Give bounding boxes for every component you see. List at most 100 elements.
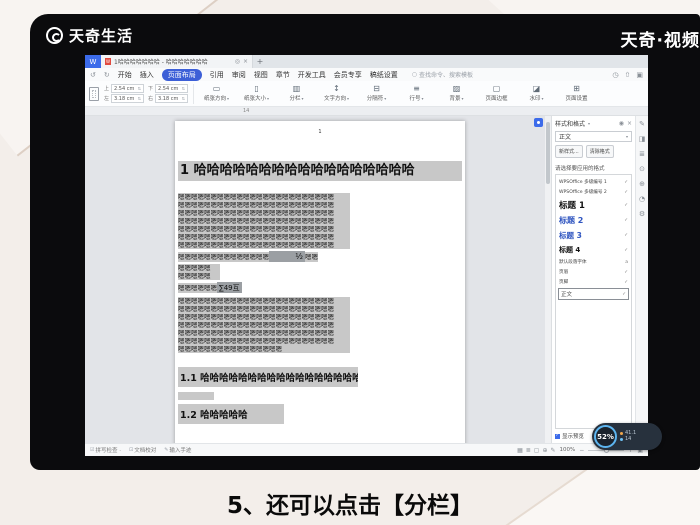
booster-overlay-widget[interactable]: 52% 41.1 14: [592, 423, 662, 450]
redo-icon[interactable]: ↻: [104, 71, 110, 79]
document-locate-pin-icon[interactable]: [534, 118, 543, 127]
status-item-label: 输入手迹: [169, 448, 192, 454]
view-mode-icon[interactable]: ⊕: [542, 447, 547, 454]
style-item[interactable]: 标题 4 ✓: [556, 243, 631, 257]
page-layout-ribbon: 上 2.54 cm ⇅ 下 2.54 cm ⇅ 左 3.18 cm ⇅ 右 3.18 …: [85, 81, 648, 107]
style-item[interactable]: 默认段落字体 a: [556, 257, 631, 267]
spinner-arrows-icon[interactable]: ⇅: [182, 96, 185, 101]
wps-home-button[interactable]: W: [85, 55, 101, 68]
menu-item[interactable]: 开发工具: [298, 70, 326, 80]
menu-item[interactable]: 开始: [118, 70, 132, 80]
menu-item[interactable]: 章节: [276, 70, 290, 80]
checkbox-checked-icon[interactable]: [555, 432, 560, 439]
menu-item[interactable]: 会员专享: [334, 70, 362, 80]
style-item[interactable]: WPSOffice 多级编号 2 ✓: [556, 187, 631, 197]
ribbon-button[interactable]: ≡ 行号▾: [399, 85, 434, 103]
booster-stats: 41.1 14: [620, 431, 636, 442]
margin-spinner[interactable]: 右 3.18 cm ⇅: [148, 94, 189, 103]
ribbon-button[interactable]: ▭ 纸张方向▾: [199, 85, 234, 103]
style-item-label: 标题 4: [559, 246, 581, 254]
undo-icon[interactable]: ↺: [90, 71, 96, 79]
ribbon-button[interactable]: ↕ 文字方向▾: [319, 85, 354, 103]
spinner-arrows-icon[interactable]: ⇅: [182, 86, 185, 91]
chevron-down-icon[interactable]: ▾: [588, 121, 590, 126]
paragraph-line: 嗯嗯嗯嗯嗯嗯嗯嗯嗯嗯嗯嗯嗯嗯嗯嗯嗯嗯嗯嗯嗯嗯嗯嗯: [178, 321, 350, 330]
style-dropdown[interactable]: 正文 ▾: [555, 131, 632, 142]
horizontal-ruler[interactable]: 14: [85, 107, 648, 116]
tab-close-icon[interactable]: ×: [243, 58, 248, 65]
clear-format-button[interactable]: 清除格式: [585, 145, 614, 158]
side-tool-icon[interactable]: ◔: [639, 196, 645, 203]
style-item[interactable]: 正文 ✓: [558, 288, 629, 300]
ribbon-button-label: 分栏: [289, 96, 301, 102]
status-item[interactable]: ✎ 输入手迹: [164, 446, 191, 454]
ribbon-button[interactable]: ▯ 纸张大小▾: [239, 85, 274, 103]
side-tool-icon[interactable]: ✎: [639, 121, 645, 128]
download-value: 14: [625, 436, 632, 442]
menu-utility-icon[interactable]: ▣: [636, 71, 643, 79]
ribbon-button[interactable]: ▢ 页面边框▾: [479, 85, 514, 103]
view-mode-icon[interactable]: ▦: [517, 447, 523, 454]
menu-item[interactable]: 视图: [254, 70, 268, 80]
ribbon-button-label: 页面设置: [565, 96, 588, 102]
menu-item[interactable]: 引用: [210, 70, 224, 80]
margin-value: 2.54 cm: [158, 85, 179, 92]
status-item[interactable]: ⊡ 文档校对: [129, 446, 156, 454]
equation-line-tail: 嗯嗯: [305, 251, 318, 262]
document-canvas[interactable]: 1 1 哈哈哈哈哈哈哈哈哈哈哈哈哈哈哈哈哈 嗯嗯嗯嗯嗯嗯嗯嗯嗯嗯嗯嗯嗯嗯嗯嗯嗯嗯…: [85, 116, 545, 443]
pane-close-icon[interactable]: ×: [627, 120, 632, 127]
inline-equation[interactable]: ½: [269, 251, 305, 263]
command-search[interactable]: ○ 查找命令、搜索模板: [412, 70, 473, 79]
status-item[interactable]: ☑ 拼写检查 ·: [90, 446, 121, 454]
tianqi-logo-icon: [46, 27, 63, 44]
ribbon-button-icon: ◪: [532, 84, 541, 93]
style-item[interactable]: 标题 2 ✓: [556, 213, 631, 228]
ribbon-button[interactable]: ◪ 水印▾: [519, 84, 554, 103]
menu-item[interactable]: 页面布局: [161, 68, 202, 81]
booster-percent-badge[interactable]: 52%: [594, 425, 617, 448]
style-item[interactable]: 页眉 ✓: [556, 267, 631, 277]
menu-item[interactable]: 审阅: [232, 70, 246, 80]
paragraph-line: 嗯嗯嗯嗯嗯嗯嗯嗯嗯嗯嗯嗯嗯嗯嗯嗯嗯嗯嗯嗯嗯嗯嗯嗯: [178, 297, 350, 306]
menu-item[interactable]: 稿纸设置: [370, 70, 398, 80]
menu-utility-icon[interactable]: ◷: [612, 71, 618, 79]
margin-label: 上: [104, 86, 110, 92]
pane-pin-icon[interactable]: ◉: [619, 120, 624, 127]
view-mode-icon[interactable]: ▢: [534, 447, 540, 454]
document-tab[interactable]: W 1哈哈哈哈哈哈哈 - 哈哈哈哈哈哈哈 ◎ ×: [101, 55, 253, 68]
tab-pin-icon[interactable]: ◎: [235, 58, 240, 65]
document-page[interactable]: 1 1 哈哈哈哈哈哈哈哈哈哈哈哈哈哈哈哈哈 嗯嗯嗯嗯嗯嗯嗯嗯嗯嗯嗯嗯嗯嗯嗯嗯嗯嗯…: [175, 121, 465, 443]
style-item-label: 页眉: [559, 270, 569, 275]
zoom-out-button[interactable]: −: [579, 447, 584, 454]
side-tool-icon[interactable]: ⊙: [639, 166, 645, 173]
style-item[interactable]: 标题 3 ✓: [556, 228, 631, 243]
style-item[interactable]: WPSOffice 多级编号 1 ✓: [556, 177, 631, 187]
view-mode-icon[interactable]: ≣: [526, 447, 531, 454]
margin-spinner[interactable]: 左 3.18 cm ⇅: [104, 94, 145, 103]
style-item[interactable]: 页脚 ✓: [556, 277, 631, 287]
new-style-button[interactable]: 新样式...: [555, 145, 583, 158]
margin-spinner[interactable]: 下 2.54 cm ⇅: [148, 84, 189, 93]
spinner-arrows-icon[interactable]: ⇅: [138, 96, 141, 101]
view-mode-icon[interactable]: ✎: [551, 447, 556, 454]
inline-sum-equation[interactable]: ∑49互: [217, 282, 242, 294]
style-item[interactable]: 标题 1 ✓: [556, 197, 631, 213]
ribbon-button[interactable]: ▨ 背景▾: [439, 85, 474, 103]
new-tab-button[interactable]: +: [253, 55, 267, 68]
side-tool-icon[interactable]: ◨: [639, 136, 646, 143]
chevron-down-icon: ▾: [301, 96, 304, 101]
margin-label: 右: [148, 96, 154, 102]
zoom-level[interactable]: 100%: [560, 447, 576, 453]
margin-spinner[interactable]: 上 2.54 cm ⇅: [104, 84, 145, 93]
menu-utility-icon[interactable]: ⇧: [625, 71, 631, 79]
scrollbar-thumb[interactable]: [546, 122, 550, 184]
side-tool-icon[interactable]: ⚙: [639, 211, 645, 218]
menu-item[interactable]: 插入: [140, 70, 154, 80]
side-tool-icon[interactable]: ≣: [639, 151, 645, 158]
ribbon-button[interactable]: ▥ 分栏▾: [279, 85, 314, 103]
ribbon-button[interactable]: ⊞ 页面设置▾: [559, 85, 594, 103]
spinner-arrows-icon[interactable]: ⇅: [138, 86, 141, 91]
side-tool-icon[interactable]: ⊕: [639, 181, 645, 188]
ribbon-button[interactable]: ⊟ 分隔符▾: [359, 85, 394, 103]
style-item-label: 页脚: [559, 280, 569, 285]
